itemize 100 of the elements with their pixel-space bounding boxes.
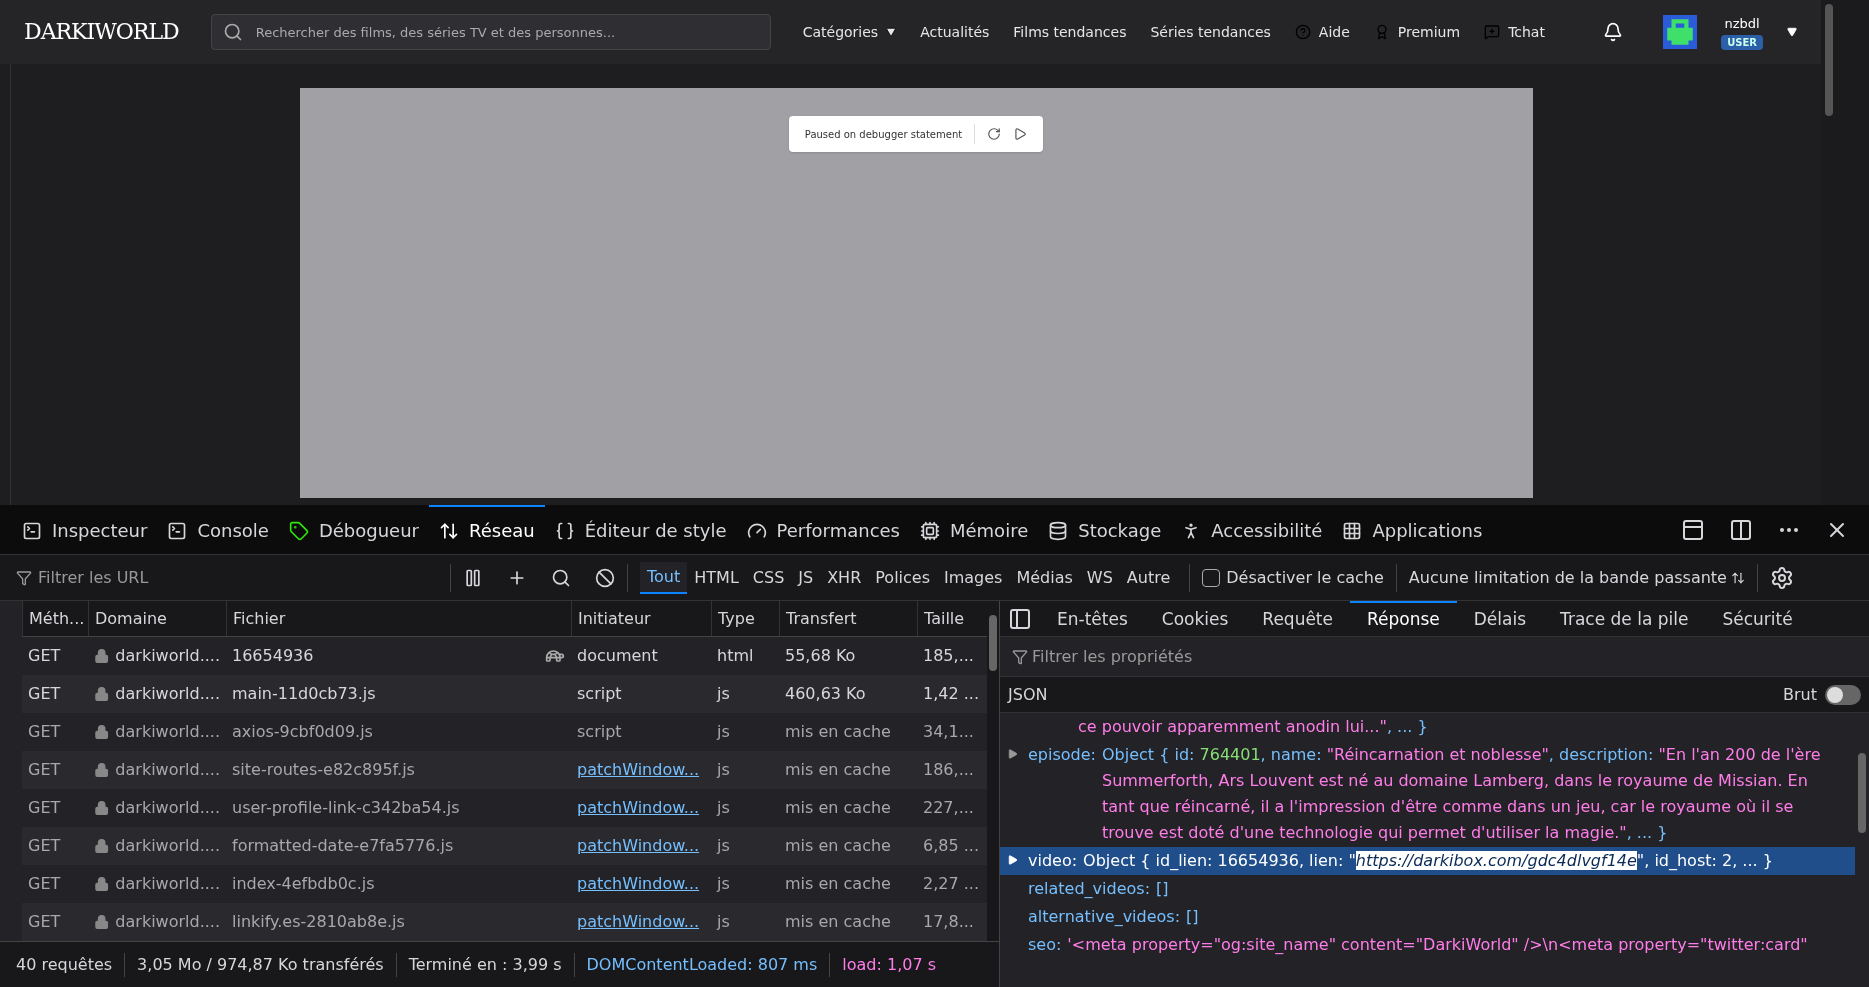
devtools-tab[interactable]: Accessibilité [1171,505,1333,554]
property-filter-field[interactable]: Filtrer les propriétés [1032,644,1857,669]
table-cell-text: 55,68 Ko [784,645,857,667]
devtools-tab[interactable]: Stockage [1038,505,1172,554]
devtools-tab[interactable]: Inspecteur [12,505,158,554]
json-value: Object { id_lien: 16654936, lien: "https://darkibox.com/gdc4dlvgf14e", id_host: 2, ... } [1083,850,1773,872]
detail-tab[interactable]: Réponse [1350,601,1457,636]
status-text: DOMContentLoaded: 807 ms [586,953,818,976]
table-cell-text: js [715,759,731,781]
column-header[interactable]: Domaine [88,601,226,636]
devtools-tab[interactable]: Console [157,505,279,554]
json-value: Object { id: 764401, name: "Réincarnation et noblesse", description: "En l'an 200 de l'ère Summerforth, Ars Louvent est né au domaine Lamberg, dans le royaume de Missian. En tant que réincarné, il a l'impression d'être comme dans un jeu, car le royaume où il se trouve est doté d'une technologie qui permet d'utiliser la magie.", ... } [1101,744,1822,844]
table-cell-text: GET [27,835,62,857]
json-line[interactable]: ce pouvoir apparemment anodin lui...", ... } [1000,713,1855,741]
json-value: '<meta property="og:site_name" content="DarkiWorld" />\n<meta property="twitter:card" [1067,934,1808,956]
type-filter[interactable]: Autre [1119,561,1178,594]
table-cell-text: darkiworld.... [115,759,220,781]
table-cell-text: js [715,721,731,743]
json-label: JSON [1008,683,1048,706]
table-cell-text: mis en cache [784,759,892,781]
table-cell-text: darkiworld.... [115,873,220,895]
table-cell-text: 2,27 ... [922,873,980,895]
table-cell-text: GET [27,683,62,705]
devtools-tab[interactable]: Applications [1332,505,1493,554]
table-cell-text: darkiworld.... [115,683,220,705]
table-cell-text: GET [27,759,62,781]
table-cell-text: 16654936 [232,645,314,667]
url-filter-field[interactable]: Filtrer les URL [38,565,438,590]
table-cell-text: darkiworld.... [115,797,220,819]
detail-tab[interactable]: Trace de la pile [1543,601,1706,636]
table-cell-text: GET [27,873,62,895]
table-cell-text: mis en cache [784,911,892,933]
type-filter[interactable]: Polices [868,561,937,594]
devtools-tab[interactable]: Éditeur de style [544,505,737,554]
table-cell-text: mis en cache [784,797,892,819]
devtools-tab[interactable]: Débogueur [278,505,429,554]
throttling-select[interactable]: Aucune limitation de la bande passante [1408,565,1745,590]
column-header[interactable]: Méth... [22,601,88,636]
table-cell-text: mis en cache [784,721,892,743]
table-cell-text: js [715,683,731,705]
nav-link[interactable]: Séries tendances [1150,21,1271,43]
type-filter[interactable]: CSS [745,561,792,594]
type-filter[interactable]: JS [791,561,821,594]
type-filter[interactable]: Tout [640,561,688,594]
json-line[interactable]: alternative_videos: [] [1000,903,1855,931]
detail-tab[interactable]: En-têtes [1040,601,1145,636]
table-cell-text: 185,... [922,645,975,667]
column-header[interactable]: Transfert [779,601,917,636]
nav-link[interactable]: Premium [1397,21,1461,43]
nav-link[interactable]: Tchat [1508,21,1545,43]
json-value: ce pouvoir apparemment anodin lui...", ... } [1078,716,1428,738]
type-filter[interactable]: Images [937,561,1010,594]
json-line[interactable]: related_videos: [] [1000,875,1855,903]
status-text: 40 requêtes [16,953,113,976]
table-cell-text: 460,63 Ko [784,683,867,705]
search-field[interactable]: Rechercher des films, des séries TV et des personnes... [210,14,771,50]
username: nzbdl [1724,14,1760,33]
table-cell-text: mis en cache [784,835,892,857]
json-line[interactable]: seo: '<meta property="og:site_name" content="DarkiWorld" />\n<meta property="twitter:card" [1000,931,1855,959]
initiator-link[interactable]: patchWindow... [577,760,700,779]
site-logo[interactable]: DARKIWORLD [24,17,179,47]
detail-tab[interactable]: Sécurité [1705,601,1810,636]
table-cell-text: GET [27,797,62,819]
table-cell-text: 1,42 ... [922,683,980,705]
json-key: seo: [1028,932,1062,958]
table-cell-text: js [715,797,731,819]
column-header[interactable]: Initiateur [571,601,711,636]
nav-link[interactable]: Actualités [920,21,990,43]
column-header[interactable]: Taille [917,601,983,636]
detail-tab[interactable]: Délais [1456,601,1544,636]
table-cell-text: darkiworld.... [115,835,220,857]
column-header[interactable]: Fichier [226,601,571,636]
type-filter[interactable]: HTML [687,561,746,594]
initiator-link[interactable]: patchWindow... [577,874,700,893]
type-filter[interactable]: WS [1079,561,1120,594]
initiator-link[interactable]: patchWindow... [577,912,700,931]
table-cell-text: 227,... [922,797,975,819]
table-cell-text: formatted-date-e7fa5776.js [232,835,454,857]
initiator-link[interactable]: patchWindow... [577,836,700,855]
nav-link[interactable]: Catégories [802,21,879,43]
status-text: Terminé en : 3,99 s [408,953,562,976]
banner-text: Paused on debugger statement [804,127,963,142]
nav-link[interactable]: Aide [1318,21,1350,43]
table-cell-text: user-profile-link-c342ba54.js [232,797,460,819]
table-cell-text: js [715,835,731,857]
detail-tab[interactable]: Requête [1245,601,1350,636]
column-header[interactable]: Type [711,601,779,636]
table-cell-text: GET [27,721,62,743]
nav-link[interactable]: Films tendances [1013,21,1127,43]
table-cell-text: mis en cache [784,873,892,895]
table-cell-text: main-11d0cb73.js [232,683,376,705]
detail-tab[interactable]: Cookies [1144,601,1246,636]
table-cell-text: 34,1... [922,721,975,743]
json-value: [] [1156,878,1169,900]
devtools-tab[interactable]: Performances [736,505,910,554]
type-filter[interactable]: Médias [1009,561,1080,594]
table-cell: script [577,684,622,703]
initiator-link[interactable]: patchWindow... [577,798,700,817]
type-filter[interactable]: XHR [820,561,869,594]
devtools-tab[interactable]: Mémoire [910,505,1039,554]
